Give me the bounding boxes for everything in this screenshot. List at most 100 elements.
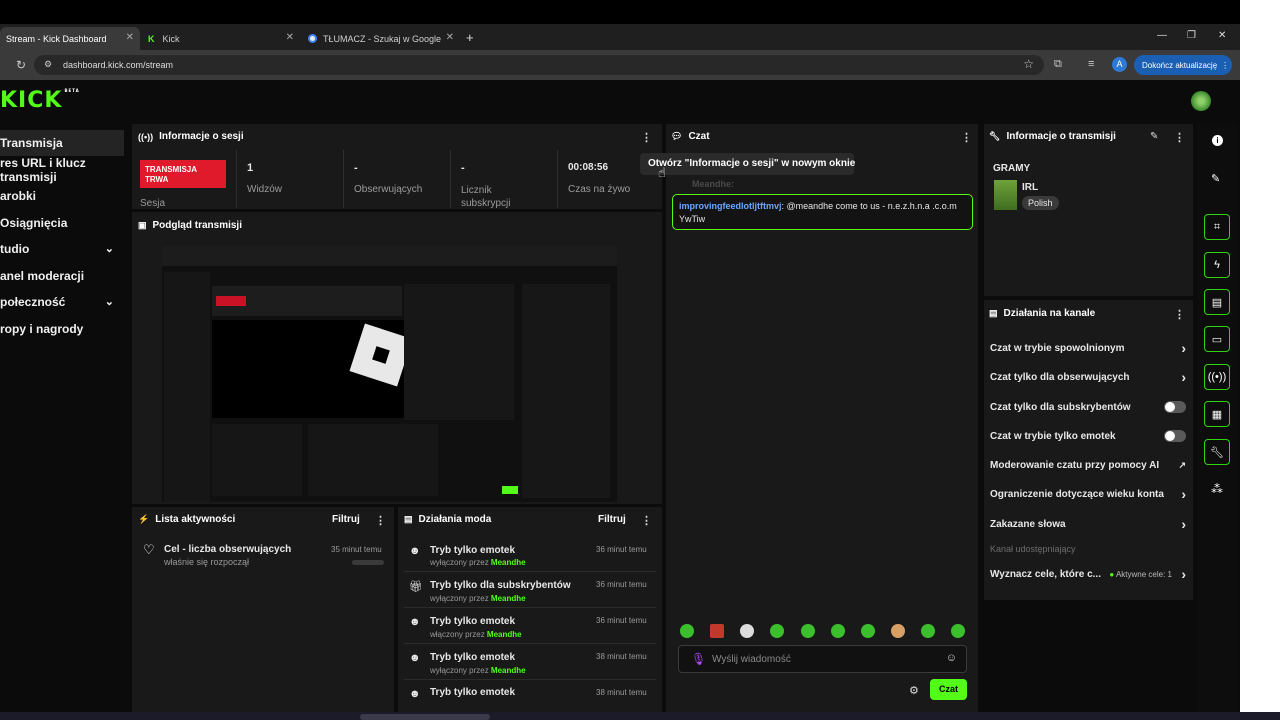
emote-icon[interactable] xyxy=(951,624,965,638)
tab-label: Stream - Kick Dashboard xyxy=(6,33,107,44)
shared-channel-label: Kanał udostępniający xyxy=(990,544,1076,554)
document-icon[interactable]: ▤ xyxy=(1204,289,1230,315)
preview-icon: ▣ xyxy=(138,220,147,230)
chevron-right-icon: › xyxy=(1181,516,1186,532)
chat-input[interactable]: 🎙︎ Wyślij wiadomość ☺ xyxy=(678,645,967,673)
emote-icon[interactable] xyxy=(770,624,784,638)
divider xyxy=(404,679,656,680)
modactions-menu-button[interactable]: ⋮ xyxy=(641,514,652,527)
sidebar-item-drops[interactable]: ropy i nagrody xyxy=(0,316,124,342)
activity-feed-icon[interactable]: ▦ xyxy=(1204,401,1230,427)
extensions-icon[interactable]: ⧉ xyxy=(1054,58,1062,71)
media-control-icon[interactable]: ≡ xyxy=(1088,58,1094,70)
channel-panel-header: ▤ Działania na kanale xyxy=(989,308,1095,319)
sidebar-item-label: tudio xyxy=(0,242,30,256)
panel-title: Lista aktywności xyxy=(155,514,236,525)
site-info-icon[interactable]: ⚙ xyxy=(44,59,52,70)
edit-pencil-icon[interactable]: ✎ xyxy=(1150,131,1158,142)
ai-moderation-setting[interactable]: Moderowanie czatu przy pomocy AI ↗ xyxy=(990,460,1186,474)
emote-icon: ☻ xyxy=(409,545,421,557)
profile-avatar[interactable]: A xyxy=(1112,57,1127,72)
emote-icon[interactable] xyxy=(710,624,724,638)
sidebar-item-earnings[interactable]: arobki xyxy=(0,183,124,209)
screen-capture-icon[interactable]: ⌗ xyxy=(1204,214,1230,240)
emote-only-toggle[interactable] xyxy=(1164,430,1186,442)
close-icon[interactable]: ✕ xyxy=(286,32,294,43)
broadcast-icon[interactable]: ((•)) xyxy=(1204,364,1230,390)
microphone-icon[interactable]: 🎙︎ xyxy=(691,652,706,666)
language-tag[interactable]: Polish xyxy=(1022,196,1059,210)
followers-only-setting[interactable]: Czat tylko dla obserwujących › xyxy=(990,369,1186,386)
maximize-button[interactable]: ❐ xyxy=(1187,30,1196,41)
modactions-filter-button[interactable]: Filtruj xyxy=(598,514,626,525)
slow-mode-setting[interactable]: Czat w trybie spowolnionym › xyxy=(990,340,1186,357)
activity-filter-button[interactable]: Filtruj xyxy=(332,514,360,525)
goals-setting[interactable]: Wyznacz cele, które c... ● Aktywne cele: … xyxy=(990,566,1186,583)
update-button[interactable]: Dokończ aktualizację ⋮ xyxy=(1134,55,1232,75)
wrench-icon[interactable]: 🔧︎ xyxy=(1204,439,1230,465)
browser-tab-kick[interactable]: K Kick ✕ xyxy=(142,27,300,50)
kick-favicon-icon: K xyxy=(148,33,155,44)
close-icon[interactable]: ✕ xyxy=(126,32,134,43)
modaction-user[interactable]: Meandhe xyxy=(491,558,526,567)
sidebar-item-stream-url[interactable]: res URL i klucz transmisji xyxy=(0,156,124,184)
chat-settings-icon[interactable]: ⚙ xyxy=(909,684,919,697)
tooltip-open-session-window: Otwórz "Informacje o sesji" w nowym okni… xyxy=(640,153,855,175)
panel-title: Działania moda xyxy=(418,514,492,525)
subs-only-setting: Czat tylko dla subskrybentów xyxy=(990,402,1186,416)
minimize-button[interactable]: — xyxy=(1157,30,1167,41)
session-menu-button[interactable]: ⋮ xyxy=(641,131,652,144)
stream-preview-video[interactable] xyxy=(162,246,617,502)
user-avatar[interactable] xyxy=(1191,91,1211,111)
activity-menu-button[interactable]: ⋮ xyxy=(375,514,386,527)
modaction-by: wyłączony przez Meandhe xyxy=(430,594,526,603)
chat-message: improvingfeedlotljtftmvj: @meandhe come … xyxy=(672,194,973,230)
subs-only-toggle[interactable] xyxy=(1164,401,1186,413)
chat-bubble-icon[interactable]: ▭ xyxy=(1204,326,1230,352)
kick-logo[interactable]: KICK BETA xyxy=(0,88,80,113)
divider xyxy=(450,150,451,208)
bookmark-star-icon[interactable]: ☆ xyxy=(1023,57,1034,71)
lightning-icon[interactable]: ϟ xyxy=(1204,252,1230,278)
emote-icon[interactable] xyxy=(740,624,754,638)
apps-icon[interactable]: ⁂ xyxy=(1211,482,1223,496)
address-bar[interactable]: ⚙ dashboard.kick.com/stream ☆ xyxy=(34,55,1044,75)
close-window-button[interactable]: ✕ xyxy=(1218,30,1226,41)
close-icon[interactable]: ✕ xyxy=(446,32,454,43)
chat-message-user[interactable]: improvingfeedlotljtftmvj xyxy=(679,201,782,211)
streaminfo-menu-button[interactable]: ⋮ xyxy=(1174,131,1185,144)
sidebar-item-studio[interactable]: tudio ⌄ xyxy=(0,236,124,262)
channel-menu-button[interactable]: ⋮ xyxy=(1174,308,1185,321)
modaction-user[interactable]: Meandhe xyxy=(491,666,526,675)
send-chat-button[interactable]: Czat xyxy=(930,679,967,700)
sidebar-item-transmisja[interactable]: Transmisja xyxy=(0,130,124,156)
reload-icon[interactable]: ↻ xyxy=(16,58,26,72)
emoji-icon[interactable]: ☺ xyxy=(946,652,957,664)
info-icon[interactable]: i xyxy=(1212,135,1223,146)
sidebar-item-moderation[interactable]: anel moderacji xyxy=(0,263,124,289)
google-favicon-icon xyxy=(308,34,317,43)
browser-tab-dashboard[interactable]: Stream - Kick Dashboard ✕ xyxy=(0,27,140,50)
emote-icon[interactable] xyxy=(831,624,845,638)
category-name[interactable]: IRL xyxy=(1022,182,1038,193)
emote-icon[interactable] xyxy=(921,624,935,638)
banned-words-setting[interactable]: Zakazane słowa › xyxy=(990,516,1186,533)
modaction-user[interactable]: Meandhe xyxy=(487,630,522,639)
category-thumbnail[interactable] xyxy=(994,180,1017,210)
sidebar-item-community[interactable]: połeczność ⌄ xyxy=(0,289,124,315)
sidebar-item-label: ropy i nagrody xyxy=(0,322,84,336)
chat-menu-button[interactable]: ⋮ xyxy=(961,131,972,144)
tab-label: TŁUMACZ - Szukaj w Google xyxy=(323,33,442,44)
chat-icon: 💬︎ xyxy=(671,131,683,141)
emote-icon[interactable] xyxy=(680,624,694,638)
taskbar-search[interactable] xyxy=(360,714,490,720)
sidebar-item-achievements[interactable]: Osiągnięcia xyxy=(0,210,124,236)
emote-icon[interactable] xyxy=(861,624,875,638)
modaction-user[interactable]: Meandhe xyxy=(491,594,526,603)
emote-icon[interactable] xyxy=(801,624,815,638)
browser-tab-google[interactable]: TŁUMACZ - Szukaj w Google ✕ xyxy=(302,27,460,50)
account-age-setting[interactable]: Ograniczenie dotyczące wieku konta › xyxy=(990,486,1186,503)
new-tab-button[interactable]: + xyxy=(466,30,474,45)
edit-pencil-icon[interactable]: ✎ xyxy=(1211,172,1220,185)
emote-icon[interactable] xyxy=(891,624,905,638)
